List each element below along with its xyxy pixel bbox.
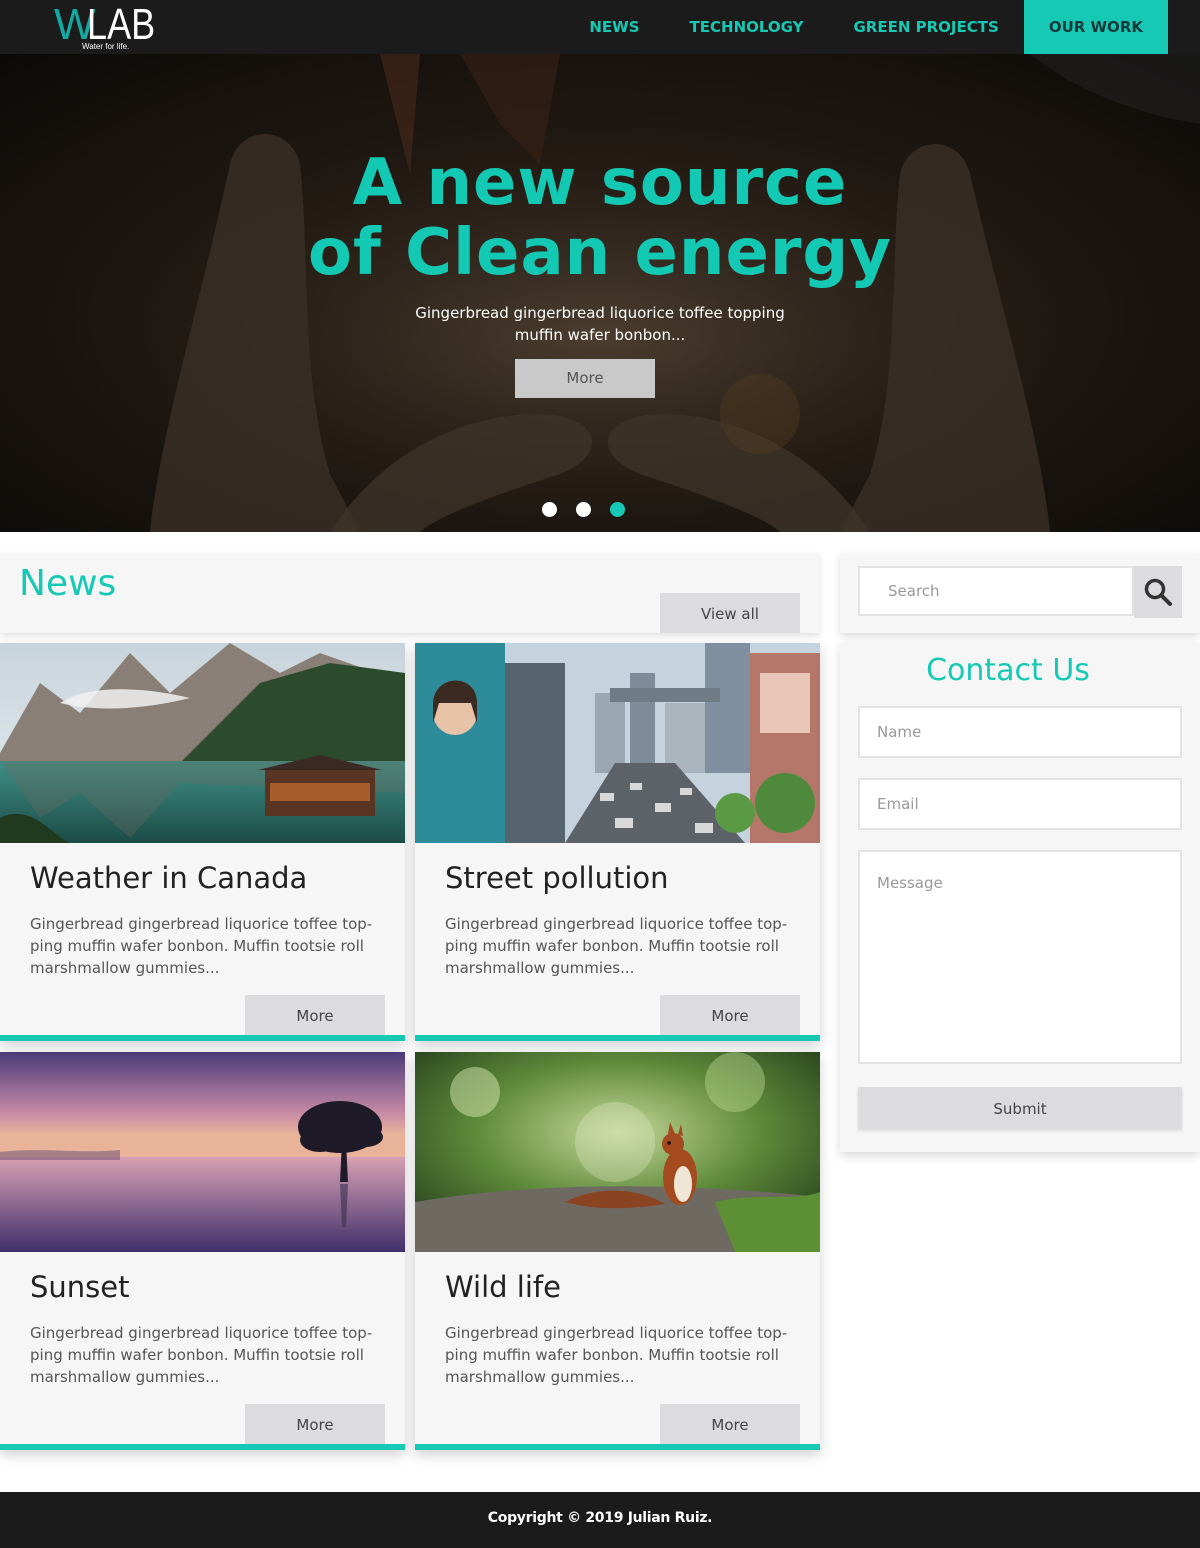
hero-title: A new source of Clean energy [0,148,1200,288]
message-field[interactable] [858,850,1182,1064]
nav-item-green-projects[interactable]: GREEN PROJECTS [829,0,1024,54]
card-text: Gingerbread gingerbread liquorice toffee… [445,915,788,977]
news-card-sunset: Sunset Gingerbread gingerbread liquorice… [0,1052,405,1450]
card-title: Street pollution [445,861,669,895]
slider-dots [542,502,644,517]
nav-item-our-work[interactable]: OUR WORK [1023,0,1168,54]
card-title: Weather in Canada [30,861,308,895]
card-accent-bar [415,1444,820,1450]
email-field[interactable] [858,778,1182,830]
card-text: Gingerbread gingerbread liquorice toffee… [30,915,373,977]
hero-background-image [0,54,1200,532]
site-header: W LAB Water for life. NEWS TECHNOLOGY GR… [0,0,1200,54]
mountain-lake-image[interactable] [0,643,405,843]
search-icon [1144,578,1172,606]
card-text: Gingerbread gingerbread liquorice toffee… [30,1324,373,1386]
news-card-wild-life: Wild life Gingerbread gingerbread liquor… [415,1052,820,1450]
copyright-text: Copyright © 2019 Julian Ruiz. [487,1510,713,1526]
logo-tagline: Water for life. [82,42,130,51]
hero-title-line-2: of Clean energy [308,216,892,290]
card-accent-bar [0,1444,405,1450]
submit-button[interactable]: Submit [858,1087,1182,1129]
card-more-button[interactable]: More [245,1404,385,1444]
news-card-weather: Weather in Canada Gingerbread gingerbrea… [0,643,405,1041]
news-title: News [19,563,117,604]
city-street-image[interactable] [415,643,820,843]
wlab-logo[interactable]: W LAB Water for life. [54,2,164,52]
hero-banner: A new source of Clean energy Gingerbread… [0,54,1200,532]
contact-panel: Contact Us Submit [840,643,1200,1152]
card-more-button[interactable]: More [660,995,800,1035]
slider-dot-1[interactable] [542,502,557,517]
card-more-button[interactable]: More [660,1404,800,1444]
card-more-button[interactable]: More [245,995,385,1035]
card-text: Gingerbread gingerbread liquorice toffee… [445,1324,788,1386]
news-header: News View all [0,553,820,633]
card-accent-bar [415,1035,820,1041]
hero-more-button[interactable]: More [515,359,655,398]
news-card-street-pollution: Street pollution Gingerbread gingerbread… [415,643,820,1041]
squirrel-image[interactable] [415,1052,820,1252]
search-input[interactable] [858,566,1134,616]
view-all-button[interactable]: View all [660,593,800,633]
main-nav: NEWS TECHNOLOGY GREEN PROJECTS OUR WORK [564,0,1168,54]
nav-item-technology[interactable]: TECHNOLOGY [665,0,829,54]
name-field[interactable] [858,706,1182,758]
card-title: Sunset [30,1270,130,1304]
card-accent-bar [0,1035,405,1041]
nav-item-news[interactable]: NEWS [564,0,664,54]
sunset-lake-image[interactable] [0,1052,405,1252]
slider-dot-2[interactable] [576,502,591,517]
hero-title-line-1: A new source [352,146,848,220]
search-button[interactable] [1134,566,1182,618]
slider-dot-3[interactable] [610,502,625,517]
search-panel [840,553,1200,633]
site-footer: Copyright © 2019 Julian Ruiz. [0,1492,1200,1548]
card-title: Wild life [445,1270,561,1304]
contact-title: Contact Us [926,653,1090,688]
hero-subtitle: Gingerbread gingerbread liquorice toffee… [415,304,785,344]
